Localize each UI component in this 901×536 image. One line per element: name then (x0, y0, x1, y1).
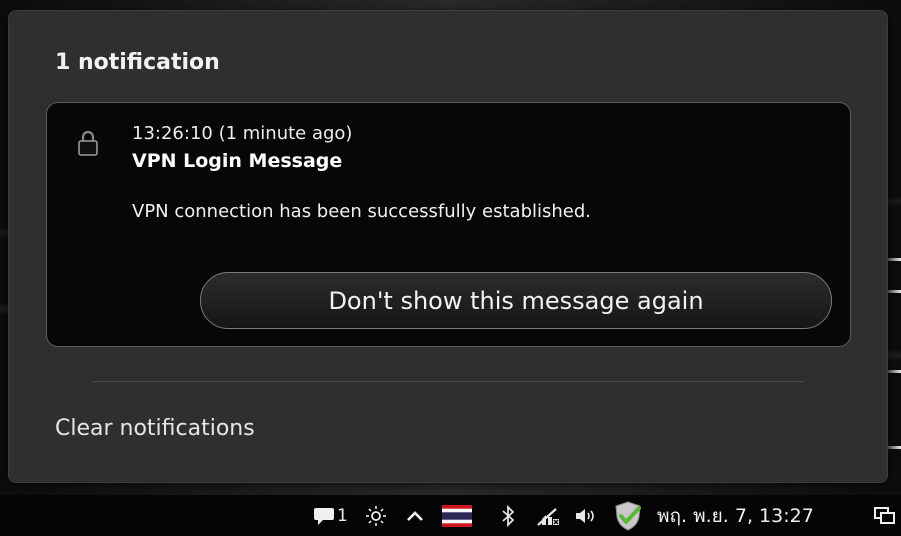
sun-icon (365, 505, 387, 527)
security-button[interactable] (612, 495, 644, 536)
notification-card: 13:26:10 (1 minute ago) VPN Login Messag… (46, 102, 851, 347)
network-disconnected-icon (536, 505, 562, 527)
expand-tray-button[interactable] (405, 495, 425, 536)
brightness-button[interactable] (365, 495, 387, 536)
speaker-icon (574, 505, 600, 527)
volume-button[interactable] (574, 495, 600, 536)
notification-body: VPN connection has been successfully est… (132, 201, 591, 222)
thai-flag-icon (442, 504, 472, 527)
show-desktop-button[interactable] (874, 495, 896, 536)
chevron-up-icon (405, 508, 425, 524)
taskbar: 1 พฤ. พ.ย. 7, 13:27 (0, 495, 901, 536)
notification-popup: 1 notification 13:26:10 (1 minute ago) V… (8, 10, 888, 483)
notification-title: VPN Login Message (132, 150, 343, 172)
bluetooth-icon (500, 504, 516, 527)
notification-time: 13:26:10 (1 minute ago) (132, 123, 353, 144)
separator (93, 381, 804, 382)
shield-check-icon (612, 500, 644, 532)
bluetooth-button[interactable] (500, 495, 516, 536)
dont-show-again-button[interactable]: Don't show this message again (200, 272, 832, 329)
popup-title: 1 notification (55, 50, 220, 75)
notifications-indicator[interactable]: 1 (313, 495, 348, 536)
lock-icon (77, 129, 99, 157)
clock[interactable]: พฤ. พ.ย. 7, 13:27 (657, 495, 814, 536)
message-bubble-icon (313, 506, 335, 526)
windows-icon (874, 506, 896, 526)
clear-notifications-button[interactable]: Clear notifications (55, 416, 255, 441)
notification-count: 1 (337, 505, 348, 526)
keyboard-layout-button[interactable] (442, 495, 472, 536)
network-button[interactable] (536, 495, 562, 536)
